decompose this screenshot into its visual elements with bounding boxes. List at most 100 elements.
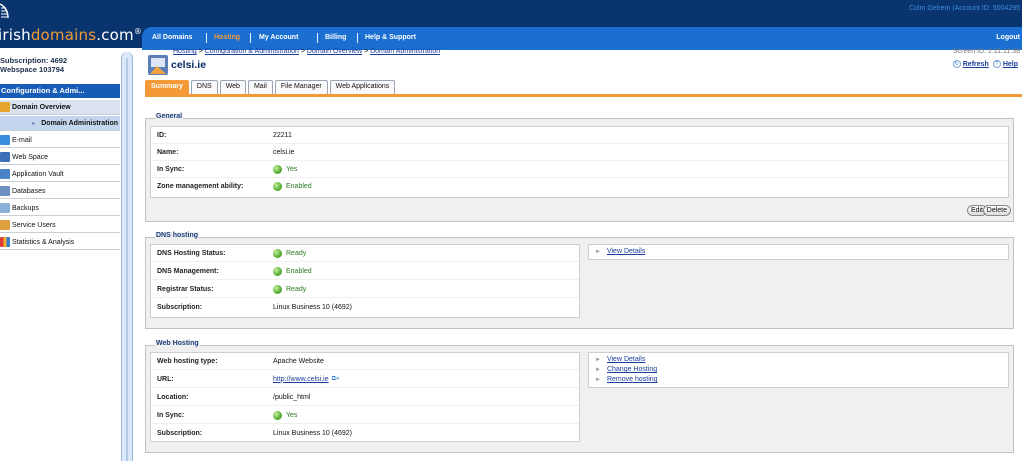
main-nav: All Domains Hosting My Account Billing H… [142, 27, 1022, 50]
table-row: Location: /public_html [151, 389, 579, 406]
refresh-link-wrap[interactable]: ↻ Refresh [952, 60, 989, 68]
arrow-icon: ► [595, 377, 601, 383]
sidebar-item-application-vault[interactable]: Application Vault [0, 167, 120, 182]
application-vault-icon [0, 169, 10, 179]
sidebar-item-label: Application Vault [12, 170, 64, 178]
sidebar-item-label: Backups [12, 204, 39, 212]
logout-link[interactable]: Logout [996, 34, 1020, 41]
table-row: Web hosting type: Apache Website [151, 353, 579, 370]
screen-id: Screen ID: 2.11.11.38 [952, 48, 1020, 55]
dns-links-box: ► View Details [588, 244, 1009, 260]
logo-harp-icon [0, 3, 9, 19]
website-url-link[interactable]: http://www.celsi.ie [273, 376, 329, 383]
table-row: In Sync: Yes [151, 161, 1008, 178]
row-value: Yes [273, 410, 297, 420]
tab-mail[interactable]: Mail [247, 80, 273, 94]
page-title: celsi.ie [171, 59, 207, 71]
service-users-icon [0, 220, 10, 230]
databases-icon [0, 186, 10, 196]
row-value: Yes [273, 164, 298, 174]
breadcrumb-hosting[interactable]: Hosting [173, 48, 197, 55]
change-hosting-link[interactable]: Change Hosting [607, 366, 657, 373]
arrow-icon: ► [595, 357, 601, 363]
sidebar-item-label: Domain Administration [41, 119, 118, 127]
tab-summary[interactable]: Summary [145, 80, 189, 94]
row-value: Apache Website [273, 357, 324, 365]
web-links-box: ► View Details ► Change Hosting ► Remove ho… [588, 352, 1009, 388]
account-info[interactable]: Colm Gelrem (Account ID: 5004295 [909, 5, 1020, 12]
sidebar-item-web-space[interactable]: Web Space [0, 150, 120, 165]
tab-dns[interactable]: DNS [190, 80, 218, 94]
sidebar-item-label: Web Space [12, 153, 49, 161]
help-link[interactable]: Help [1003, 61, 1018, 68]
table-row: Name: celsi.ie [151, 144, 1008, 161]
delete-button[interactable]: Delete [982, 205, 1011, 216]
tab-bar: Summary DNS Web Mail File Manager Web Ap… [145, 80, 396, 95]
table-row: Registrar Status: Ready [151, 281, 579, 298]
sidebar-item-email[interactable]: E-mail [0, 133, 120, 148]
status-ok-icon [273, 248, 282, 258]
logo[interactable]: irishdomains.com® [0, 26, 142, 44]
general-panel: General ID: 22211 Name: celsi.ie In Sync… [145, 113, 1014, 222]
table-row: Subscription: Linux Business 10 (4692) [151, 299, 579, 316]
breadcrumb-domain-admin[interactable]: Domain Administration [370, 48, 440, 55]
web-view-details-link[interactable]: View Details [607, 356, 645, 363]
table-row: DNS Management: Enabled [151, 263, 579, 280]
refresh-link[interactable]: Refresh [963, 61, 989, 68]
dns-hosting-panel: DNS hosting DNS Hosting Status: Ready DN… [145, 232, 1014, 329]
sidebar-resize-handle[interactable] [121, 52, 133, 461]
status-ok-icon [273, 164, 282, 174]
nav-all-domains[interactable]: All Domains [152, 34, 192, 41]
sidebar-item-domain-overview[interactable]: Domain Overview [0, 100, 120, 115]
web-view-details-row: ► View Details [595, 356, 645, 365]
status-text: Ready [286, 285, 307, 293]
nav-help-support[interactable]: Help & Support [365, 34, 416, 41]
logo-registered: ® [133, 27, 143, 36]
arrow-icon: ► [595, 367, 601, 373]
breadcrumb-domain-overview[interactable]: Domain Overview [307, 48, 362, 55]
row-label: ID: [157, 131, 167, 139]
email-icon [0, 135, 10, 145]
tab-file-manager[interactable]: File Manager [274, 80, 328, 94]
table-row: Zone management ability: Enabled [151, 178, 1008, 195]
external-link-icon[interactable]: ⧉» [332, 376, 340, 383]
status-text: Yes [286, 165, 298, 173]
dns-view-details-link[interactable]: View Details [607, 248, 645, 255]
sidebar-item-statistics[interactable]: Statistics & Analysis [0, 235, 120, 250]
nav-my-account[interactable]: My Account [259, 34, 298, 41]
status-text: Enabled [286, 183, 312, 190]
sidebar-section-config[interactable]: Configuration & Admi... [0, 84, 120, 98]
nav-separator [250, 33, 251, 43]
breadcrumb-config[interactable]: Configuration & Administration [205, 48, 299, 55]
sidebar-item-label: Service Users [12, 221, 56, 229]
row-value: Linux Business 10 (4692) [273, 304, 352, 311]
row-value: Ready [273, 284, 307, 294]
web-hosting-panel: Web Hosting Web hosting type: Apache Web… [145, 340, 1014, 453]
table-row: URL: http://www.celsi.ie ⧉» [151, 371, 579, 388]
nav-billing[interactable]: Billing [325, 34, 346, 41]
nav-hosting[interactable]: Hosting [214, 34, 240, 41]
arrow-icon: ► [595, 249, 601, 255]
sidebar-item-label: Domain Overview [12, 103, 71, 111]
logo-text-suffix: .com [96, 26, 134, 44]
row-label: DNS Hosting Status: [157, 249, 226, 257]
sidebar-item-service-users[interactable]: Service Users [0, 218, 120, 233]
sidebar-item-label: Databases [12, 187, 46, 195]
tab-web[interactable]: Web [219, 80, 246, 94]
status-ok-icon [273, 410, 282, 420]
help-link-wrap[interactable]: ? Help [992, 60, 1018, 68]
row-label: Subscription: [157, 304, 203, 311]
sidebar-item-domain-administration[interactable]: ▸ Domain Administration [0, 116, 120, 131]
sidebar-item-databases[interactable]: Databases [0, 184, 120, 199]
remove-hosting-link[interactable]: Remove hosting [607, 376, 658, 383]
remove-hosting-row: ► Remove hosting [595, 376, 658, 385]
row-label: Web hosting type: [157, 357, 218, 365]
web-info-table: Web hosting type: Apache Website URL: ht… [150, 352, 580, 442]
row-label: Registrar Status: [157, 285, 214, 293]
row-label: Name: [157, 148, 179, 156]
statistics-icon [0, 237, 10, 247]
tab-underline [145, 94, 1022, 97]
tab-web-applications[interactable]: Web Applications [329, 80, 396, 94]
status-ok-icon [273, 266, 282, 276]
sidebar-item-backups[interactable]: Backups [0, 201, 120, 216]
